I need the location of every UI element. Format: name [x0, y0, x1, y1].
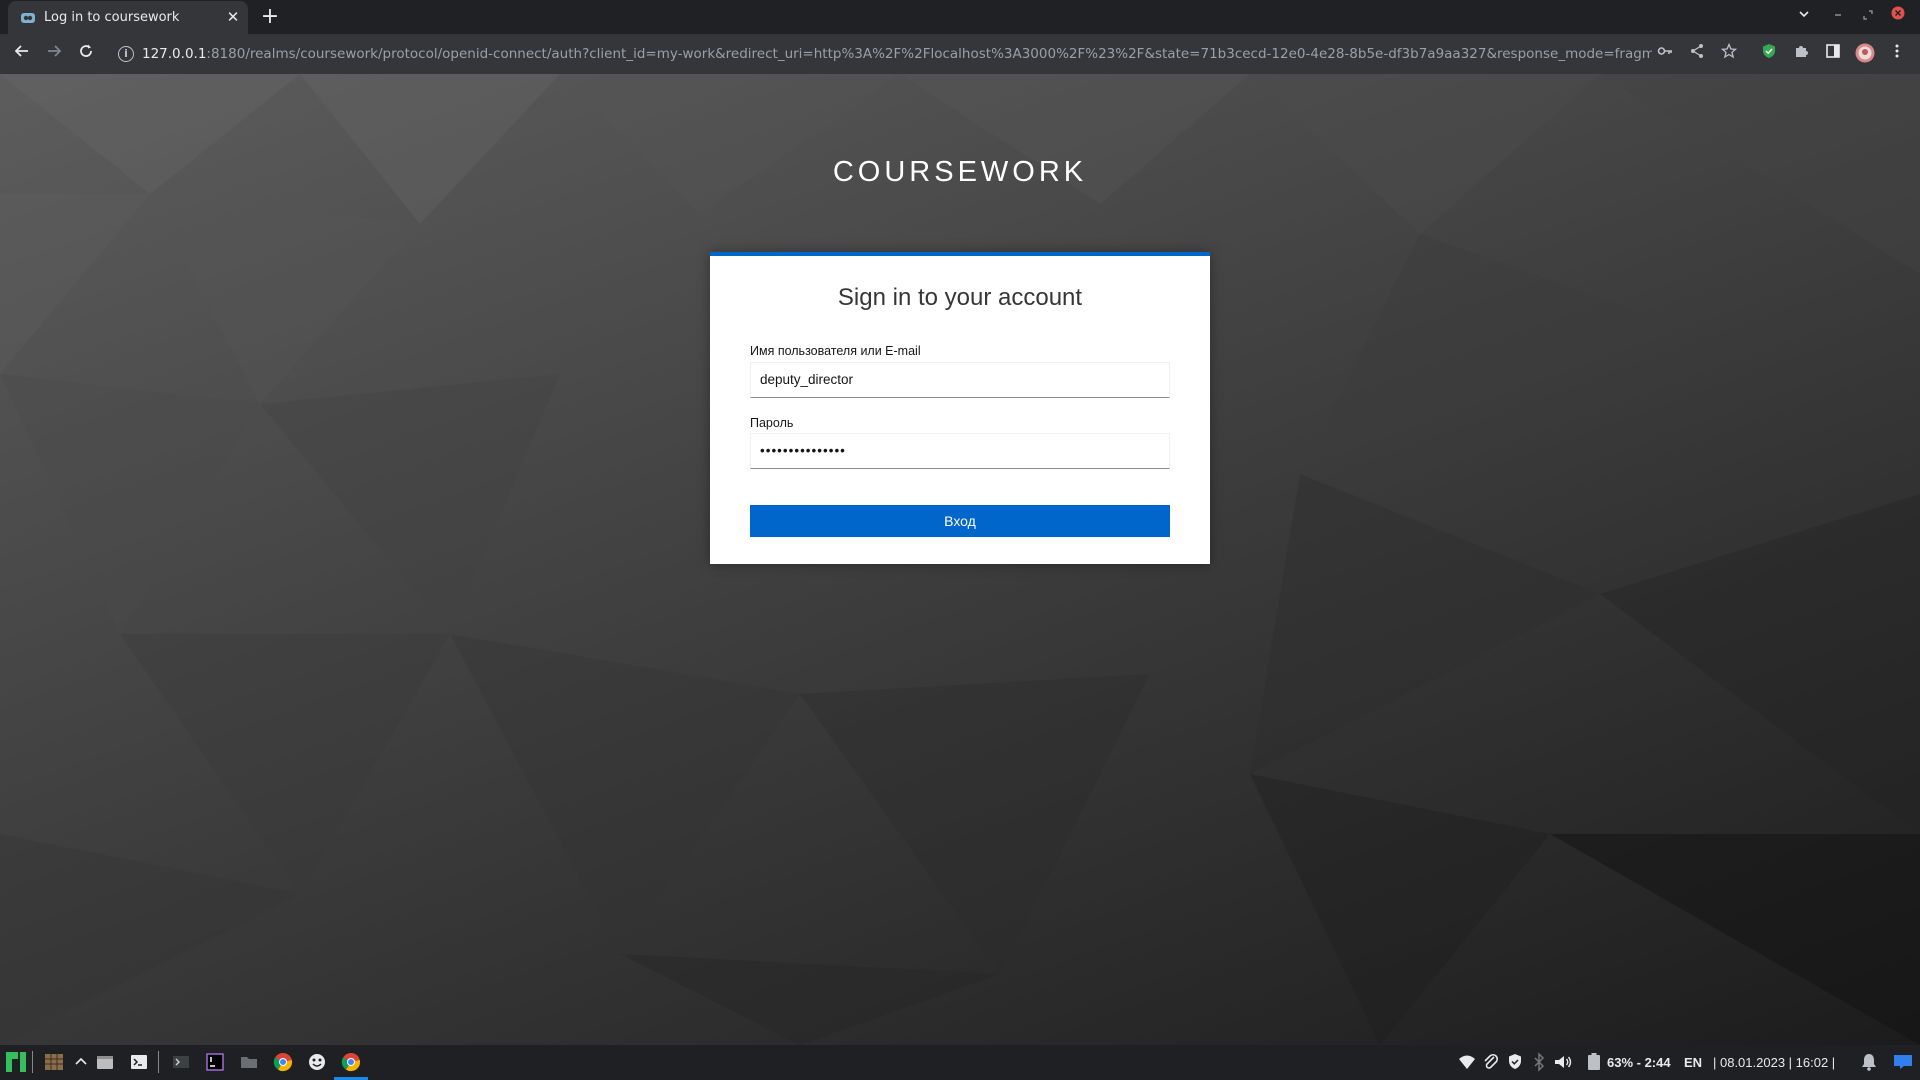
- card-title: Sign in to your account: [837, 284, 1083, 311]
- jetbrains-icon[interactable]: [204, 1051, 226, 1073]
- back-icon[interactable]: [9, 41, 35, 67]
- login-page: COURSEWORK Sign in to your account Имя п…: [0, 74, 1920, 1045]
- battery-status[interactable]: 63% - 2:44: [1607, 1055, 1671, 1070]
- info-icon[interactable]: i: [118, 46, 134, 62]
- tab-title: Log in to coursework: [44, 10, 180, 25]
- key-icon[interactable]: [1654, 43, 1676, 65]
- clock-datetime[interactable]: | 08.01.2023 | 16:02 |: [1713, 1055, 1835, 1070]
- tab-close-icon[interactable]: ✕: [224, 8, 242, 26]
- menu-icon[interactable]: [1886, 43, 1908, 65]
- paperclip-icon[interactable]: [1480, 1051, 1502, 1073]
- url-host: 127.0.0.1: [142, 46, 207, 62]
- minimize-window-icon[interactable]: [1826, 5, 1850, 29]
- battery-icon[interactable]: [1583, 1051, 1605, 1073]
- new-tab-button[interactable]: +: [258, 5, 282, 29]
- url-path: :8180/realms/coursework/protocol/openid-…: [206, 46, 1652, 62]
- password-label: Пароль: [750, 416, 794, 430]
- address-bar[interactable]: i 127.0.0.1:8180/realms/coursework/proto…: [108, 39, 1708, 69]
- close-window-icon[interactable]: [1886, 5, 1910, 29]
- taskbar-separator: [32, 1051, 33, 1073]
- browser-tab[interactable]: Log in to coursework ✕: [8, 1, 248, 34]
- terminal-icon[interactable]: [128, 1051, 150, 1073]
- share-icon[interactable]: [1686, 43, 1708, 65]
- realm-title: COURSEWORK: [832, 156, 1088, 188]
- username-label: Имя пользователя или E-mail: [750, 344, 921, 358]
- forward-icon[interactable]: [41, 41, 67, 67]
- keycloak-favicon-icon: [21, 13, 35, 23]
- volume-icon[interactable]: [1552, 1051, 1574, 1073]
- chevron-up-icon[interactable]: [70, 1051, 92, 1073]
- reload-icon[interactable]: [73, 41, 99, 67]
- file-manager-icon[interactable]: [94, 1051, 116, 1073]
- restore-window-icon[interactable]: [1856, 5, 1880, 29]
- shield-check-icon[interactable]: [1504, 1051, 1526, 1073]
- taskbar: 63% - 2:44 EN | 08.01.2023 | 16:02 |: [0, 1045, 1920, 1080]
- wifi-icon[interactable]: [1456, 1051, 1478, 1073]
- browser-tab-strip: Log in to coursework ✕ +: [0, 0, 1920, 34]
- chrome-active-icon[interactable]: [340, 1051, 362, 1073]
- browser-toolbar: i 127.0.0.1:8180/realms/coursework/proto…: [0, 34, 1920, 74]
- profile-avatar[interactable]: [1854, 43, 1876, 65]
- manjaro-start-icon[interactable]: [5, 1051, 27, 1073]
- folder-icon[interactable]: [238, 1051, 260, 1073]
- tab-search-chevron-icon[interactable]: [1792, 5, 1816, 29]
- puzzle-icon[interactable]: [1790, 43, 1812, 65]
- star-icon[interactable]: [1718, 42, 1740, 65]
- keyboard-layout[interactable]: EN: [1684, 1055, 1702, 1070]
- workspace-grid-icon[interactable]: [43, 1051, 65, 1073]
- login-button[interactable]: Вход: [750, 505, 1170, 537]
- side-panel-icon[interactable]: [1822, 43, 1844, 65]
- url-text[interactable]: 127.0.0.1:8180/realms/coursework/protoco…: [142, 46, 1652, 62]
- shield-extension-icon[interactable]: [1758, 43, 1780, 65]
- konsole-icon[interactable]: [170, 1051, 192, 1073]
- taskbar-separator: [158, 1051, 159, 1073]
- username-field[interactable]: deputy_director: [750, 362, 1170, 398]
- password-field[interactable]: •••••••••••••••: [750, 433, 1170, 469]
- notification-bell-icon[interactable]: [1858, 1051, 1880, 1073]
- chrome-icon[interactable]: [272, 1051, 294, 1073]
- bluetooth-off-icon[interactable]: [1528, 1051, 1550, 1073]
- show-desktop-icon[interactable]: [1892, 1051, 1914, 1073]
- login-card: Sign in to your account Имя пользователя…: [710, 252, 1210, 564]
- emoji-app-icon[interactable]: [306, 1051, 328, 1073]
